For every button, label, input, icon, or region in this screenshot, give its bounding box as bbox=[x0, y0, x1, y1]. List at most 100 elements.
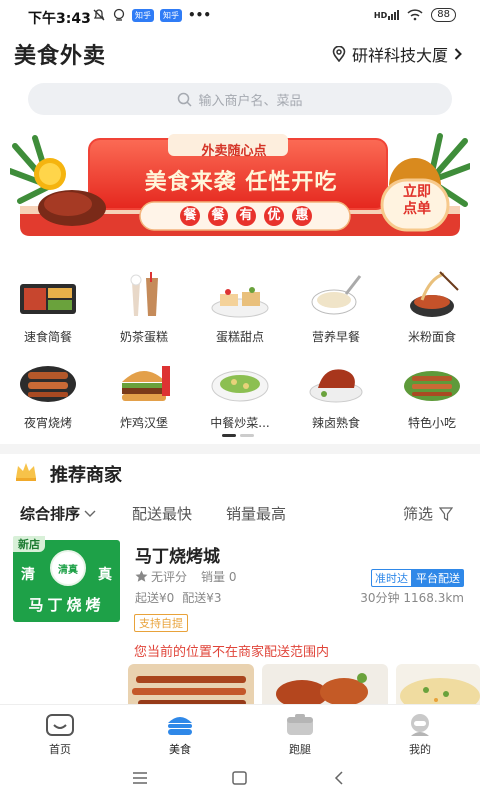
search-input[interactable]: 输入商户名、菜品 bbox=[28, 83, 452, 115]
shop-name[interactable]: 马丁烧烤城 bbox=[135, 542, 220, 567]
banner-top-text: 外卖随心点 bbox=[201, 144, 267, 159]
app-chip-2: 知乎 bbox=[160, 8, 182, 22]
bento-icon bbox=[20, 284, 76, 314]
back-icon[interactable] bbox=[334, 771, 344, 785]
menu-icon[interactable] bbox=[132, 772, 148, 784]
order-now-button[interactable]: 立即 点单 bbox=[388, 184, 446, 218]
logo-name: 马丁烧烤 bbox=[28, 596, 105, 614]
category-item-snack[interactable]: 特色小吃 bbox=[384, 356, 480, 431]
banner-headline: 美食来袭 任性开吃 bbox=[144, 170, 338, 195]
cake-icon bbox=[211, 287, 269, 318]
status-left-icons: 知乎 知乎 ••• bbox=[92, 8, 211, 22]
filter-button[interactable]: 筛选 bbox=[403, 503, 454, 524]
crown-icon bbox=[16, 463, 36, 481]
tab-label: 我的 bbox=[409, 743, 431, 756]
category-label: 特色小吃 bbox=[407, 416, 456, 430]
home-square-icon[interactable] bbox=[232, 771, 247, 785]
category-item-noodles[interactable]: 米粉面食 bbox=[384, 270, 480, 345]
logo-char-left: 清 bbox=[21, 567, 35, 583]
tab-home[interactable]: 首页 bbox=[20, 713, 100, 757]
noodles-icon bbox=[410, 271, 459, 317]
page-dot-active bbox=[222, 434, 236, 437]
category-label: 中餐炒菜... bbox=[210, 416, 270, 430]
mute-bell-icon bbox=[93, 9, 105, 21]
location-selector[interactable]: 研祥科技大厦 bbox=[332, 42, 462, 66]
stir-fry-icon bbox=[211, 370, 269, 402]
shop-rating: 无评分 bbox=[135, 568, 187, 585]
category-label: 蛋糕甜点 bbox=[215, 330, 264, 344]
burger-icon bbox=[122, 366, 170, 401]
sort-comprehensive-label: 综合排序 bbox=[20, 505, 81, 523]
signal-icon: HD bbox=[374, 10, 400, 20]
snack-icon bbox=[404, 371, 460, 401]
location-pin-icon bbox=[332, 46, 346, 62]
section-title: 推荐商家 bbox=[50, 465, 122, 486]
banner-subline-char: 餐 bbox=[180, 206, 200, 226]
breakfast-icon bbox=[311, 275, 362, 315]
category-label: 夜宵烧烤 bbox=[23, 416, 72, 430]
category-label: 营养早餐 bbox=[311, 330, 360, 344]
dish-thumbnail[interactable] bbox=[128, 664, 254, 708]
status-time: 下午3:43 bbox=[28, 11, 91, 27]
profile-icon bbox=[411, 714, 429, 736]
category-item-bento[interactable]: 速食简餐 bbox=[0, 270, 96, 345]
out-of-range-warning: 您当前的位置不在商家配送范围内 bbox=[134, 645, 330, 660]
sort-fastest[interactable]: 配送最快 bbox=[132, 503, 192, 524]
banner-subline-char: 惠 bbox=[292, 206, 312, 226]
shop-logo[interactable]: 清 清真 真 马丁烧烤 bbox=[13, 540, 120, 622]
pickup-badge: 支持自提 bbox=[134, 614, 188, 632]
banner-subline-char: 有 bbox=[236, 206, 256, 226]
shop-fee-row: 起送¥0 配送¥3 bbox=[135, 589, 222, 606]
grilled-meat-image bbox=[262, 664, 388, 708]
search-placeholder: 输入商户名、菜品 bbox=[198, 93, 303, 109]
skewer-dish-image bbox=[128, 664, 254, 708]
tab-errand[interactable]: 跑腿 bbox=[260, 713, 340, 757]
sort-top-sales[interactable]: 销量最高 bbox=[226, 503, 286, 524]
logo-seal: 清真 bbox=[50, 550, 86, 586]
dish-thumbnail[interactable] bbox=[262, 664, 388, 708]
new-store-badge: 新店 bbox=[13, 536, 45, 552]
min-order: 起送¥0 bbox=[135, 591, 175, 605]
platform-delivery-tag: 平台配送 bbox=[412, 569, 464, 587]
sort-bar: 综合排序 配送最快 销量最高 筛选 bbox=[20, 503, 465, 525]
milk-tea-icon bbox=[130, 272, 158, 316]
filter-funnel-icon bbox=[439, 506, 454, 521]
category-item-braised[interactable]: 辣卤熟食 bbox=[288, 356, 384, 431]
category-label: 米粉面食 bbox=[407, 330, 456, 344]
rating-text: 无评分 bbox=[151, 570, 188, 584]
order-now-line2: 点单 bbox=[403, 201, 431, 217]
category-item-stir-fry[interactable]: 中餐炒菜... bbox=[192, 356, 288, 431]
chevron-right-icon bbox=[454, 48, 462, 60]
page-title: 美食外卖 bbox=[14, 44, 107, 69]
app-chip-1: 知乎 bbox=[132, 8, 154, 22]
category-item-bbq[interactable]: 夜宵烧烤 bbox=[0, 356, 96, 431]
banner-subline: 餐 餐 有 优 惠 bbox=[146, 206, 346, 226]
category-item-milk-tea[interactable]: 奶茶蛋糕 bbox=[96, 270, 192, 345]
sort-comprehensive[interactable]: 综合排序 bbox=[20, 503, 96, 524]
delivery-tags: 准时达 平台配送 bbox=[371, 569, 464, 587]
section-divider bbox=[0, 444, 480, 454]
braised-duck-icon bbox=[309, 369, 363, 403]
on-time-tag: 准时达 bbox=[371, 569, 412, 587]
dish-thumbnail[interactable] bbox=[396, 664, 480, 708]
more-dots-icon: ••• bbox=[188, 8, 212, 22]
errand-icon bbox=[287, 714, 313, 735]
category-item-breakfast[interactable]: 营养早餐 bbox=[288, 270, 384, 345]
star-icon bbox=[135, 570, 148, 582]
search-icon bbox=[178, 92, 193, 107]
fried-rice-image bbox=[396, 664, 480, 708]
banner-subline-char: 餐 bbox=[208, 206, 228, 226]
tab-profile[interactable]: 我的 bbox=[380, 713, 460, 757]
location-label: 研祥科技大厦 bbox=[351, 46, 448, 65]
tab-food[interactable]: 美食 bbox=[140, 713, 220, 757]
category-item-burger[interactable]: 炸鸡汉堡 bbox=[96, 356, 192, 431]
system-navigation-bar bbox=[0, 758, 480, 800]
page-indicator bbox=[222, 434, 254, 437]
promo-banner[interactable]: 外卖随心点 美食来袭 任性开吃 餐 餐 有 优 惠 立即 点单 bbox=[7, 126, 473, 244]
bottom-tab-bar: 首页 美食 跑腿 我的 bbox=[0, 704, 480, 759]
order-now-line1: 立即 bbox=[403, 184, 431, 200]
category-label: 辣卤熟食 bbox=[311, 416, 360, 430]
category-label: 炸鸡汉堡 bbox=[119, 416, 168, 430]
category-label: 奶茶蛋糕 bbox=[119, 330, 168, 344]
category-item-cake[interactable]: 蛋糕甜点 bbox=[192, 270, 288, 345]
